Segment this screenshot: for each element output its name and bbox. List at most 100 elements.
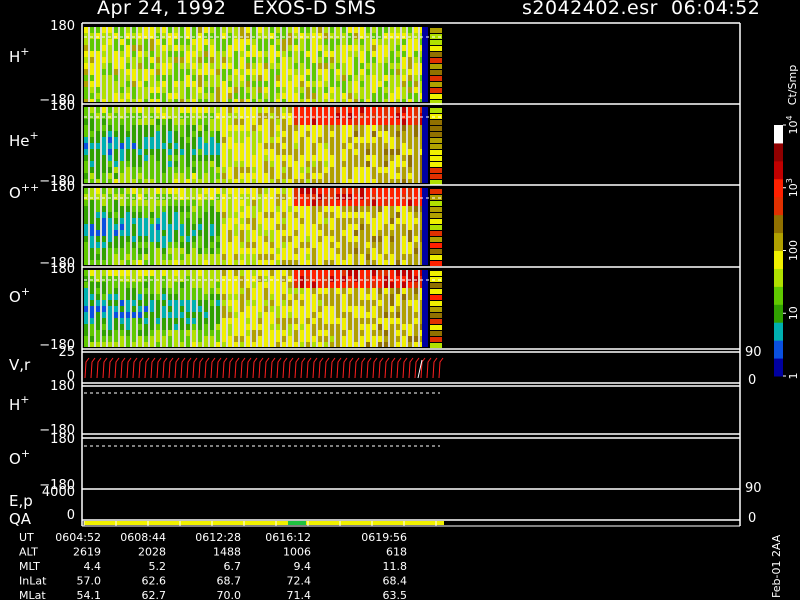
heatmap-cell: [270, 230, 274, 236]
sweep-gap: [352, 270, 354, 347]
heatmap-cell: [318, 57, 322, 63]
heatmap-cell: [324, 149, 328, 155]
heatmap-cell: [264, 270, 268, 276]
heatmap-cell: [396, 282, 400, 288]
heatmap-cell: [282, 230, 286, 236]
heatmap-cell: [300, 294, 304, 300]
heatmap-cell: [144, 39, 148, 45]
heatmap-cell: [288, 27, 292, 33]
heatmap-cell: [228, 119, 232, 125]
heatmap-cell: [168, 212, 172, 218]
heatmap-cell: [246, 27, 250, 33]
heatmap-cell: [264, 318, 268, 324]
heatmap-cell: [330, 143, 334, 149]
heatmap-cell: [402, 161, 406, 167]
heatmap-cell: [132, 137, 136, 143]
heatmap-cell: [210, 33, 214, 39]
heatmap-cell: [366, 155, 370, 161]
heatmap-cell: [414, 155, 418, 161]
heatmap-cell: [360, 224, 364, 230]
heatmap-cell: [270, 200, 274, 206]
heatmap-cell: [120, 276, 124, 282]
heatmap-cell: [390, 143, 394, 149]
heatmap-cell: [222, 51, 226, 57]
heatmap-cell: [288, 254, 292, 260]
heatmap-cell: [180, 276, 184, 282]
heatmap-cell: [120, 330, 124, 336]
heatmap-cell: [240, 200, 244, 206]
heatmap-cell: [222, 75, 226, 81]
heatmap-cell: [114, 45, 118, 51]
heatmap-cell: [102, 282, 106, 288]
sweep-gap: [226, 107, 228, 183]
sweep-gap: [322, 270, 324, 347]
heatmap-cell: [150, 330, 154, 336]
heatmap-cell: [174, 324, 178, 330]
heatmap-cell: [234, 45, 238, 51]
heatmap-cell: [144, 236, 148, 242]
heatmap-cell: [402, 93, 406, 99]
heatmap-cell: [354, 27, 358, 33]
heatmap-cell: [396, 206, 400, 212]
heatmap-cell: [120, 218, 124, 224]
heatmap-cell: [282, 143, 286, 149]
sweep-gap: [100, 270, 102, 347]
heatmap-cell: [324, 206, 328, 212]
heatmap-cell: [384, 57, 388, 63]
heatmap-cell: [258, 75, 262, 81]
heatmap-cell: [306, 39, 310, 45]
heatmap-cell: [96, 288, 100, 294]
heatmap-cell: [336, 260, 340, 265]
heatmap-cell: [210, 236, 214, 242]
heatmap-cell: [348, 300, 352, 306]
heatmap-cell: [300, 218, 304, 224]
heatmap-cell: [216, 137, 220, 143]
heatmap-cell: [162, 324, 166, 330]
heatmap-cell: [336, 179, 340, 183]
heatmap-cell: [342, 288, 346, 294]
heatmap-cell: [246, 167, 250, 173]
heatmap-cell: [276, 312, 280, 318]
sweep-gap: [196, 188, 198, 265]
heatmap-cell: [240, 63, 244, 69]
heatmap-cell: [180, 312, 184, 318]
heatmap-cell: [180, 200, 184, 206]
heatmap-cell: [366, 212, 370, 218]
heatmap-cell: [168, 236, 172, 242]
heatmap-cell: [150, 276, 154, 282]
heatmap-cell: [258, 288, 262, 294]
heatmap-cell: [408, 194, 412, 200]
heatmap-cell: [342, 33, 346, 39]
heatmap-cell: [216, 93, 220, 99]
heatmap-cell: [408, 230, 412, 236]
heatmap-cell: [120, 45, 124, 51]
heatmap-cell: [282, 137, 286, 143]
heatmap-cell: [276, 57, 280, 63]
heatmap-cell: [258, 69, 262, 75]
heatmap-cell: [360, 113, 364, 119]
heatmap-cell: [216, 324, 220, 330]
heatmap-cell: [156, 270, 160, 276]
heatmap-cell: [318, 143, 322, 149]
heatmap-cell: [360, 87, 364, 93]
heatmap-cell: [312, 294, 316, 300]
spectrogram-heatmap: [84, 270, 442, 348]
heatmap-cell: [294, 173, 298, 179]
heatmap-cell: [108, 330, 112, 336]
heatmap-cell: [282, 330, 286, 336]
sweep-gap: [178, 27, 180, 102]
heatmap-cell: [372, 300, 376, 306]
heatmap-cell: [336, 137, 340, 143]
heatmap-cell: [174, 51, 178, 57]
heatmap-cell: [270, 27, 274, 33]
heatmap-cell: [288, 206, 292, 212]
heatmap-cell: [384, 27, 388, 33]
heatmap-cell: [126, 75, 130, 81]
sweep-gap: [412, 27, 414, 102]
heatmap-cell: [402, 224, 406, 230]
heatmap-cell: [276, 276, 280, 282]
heatmap-cell: [90, 51, 94, 57]
heatmap-cell: [102, 218, 106, 224]
file-time-label: s2042402.esr 06:04:52: [522, 0, 761, 19]
heatmap-cell: [216, 294, 220, 300]
